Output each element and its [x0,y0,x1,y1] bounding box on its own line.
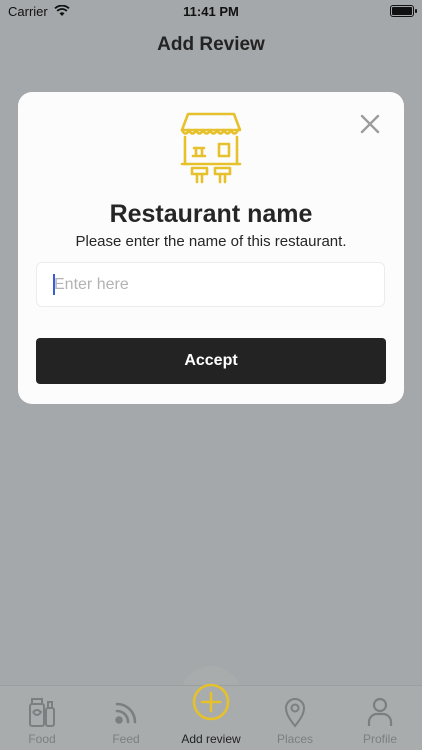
accept-button[interactable]: Accept [36,338,386,384]
dialog-subtitle: Please enter the name of this restaurant… [75,233,347,250]
tab-label: Places [276,732,314,746]
restaurant-name-dialog: Restaurant name Please enter the name of… [18,92,404,404]
tab-add-review[interactable]: Add review [169,682,253,746]
status-left: Carrier [8,4,70,19]
restaurant-name-input[interactable] [36,262,385,307]
feed-icon [115,702,137,724]
carrier-label: Carrier [8,3,48,19]
tab-feed[interactable]: Feed [84,696,168,746]
tab-bar: Food Feed Add review Places Profile [0,682,422,750]
plus-circle-icon [192,683,230,721]
tab-label: Profile [362,732,397,746]
tab-label: Food [28,732,56,746]
restaurant-stall-icon [180,112,242,184]
food-icon [29,698,55,727]
tab-places[interactable]: Places [253,696,337,746]
tab-label: Add review [181,732,241,746]
battery-icon [390,5,417,17]
location-pin-icon [284,698,306,728]
text-caret [53,274,55,295]
status-bar: Carrier 11:41 PM [0,0,422,22]
dialog-title: Restaurant name [109,200,313,228]
tab-label: Feed [112,732,140,746]
tab-food[interactable]: Food [0,696,84,746]
wifi-icon [54,5,70,16]
close-icon[interactable] [358,112,382,136]
person-icon [367,697,393,726]
tab-profile[interactable]: Profile [338,696,422,746]
page-title: Add Review [157,34,265,55]
